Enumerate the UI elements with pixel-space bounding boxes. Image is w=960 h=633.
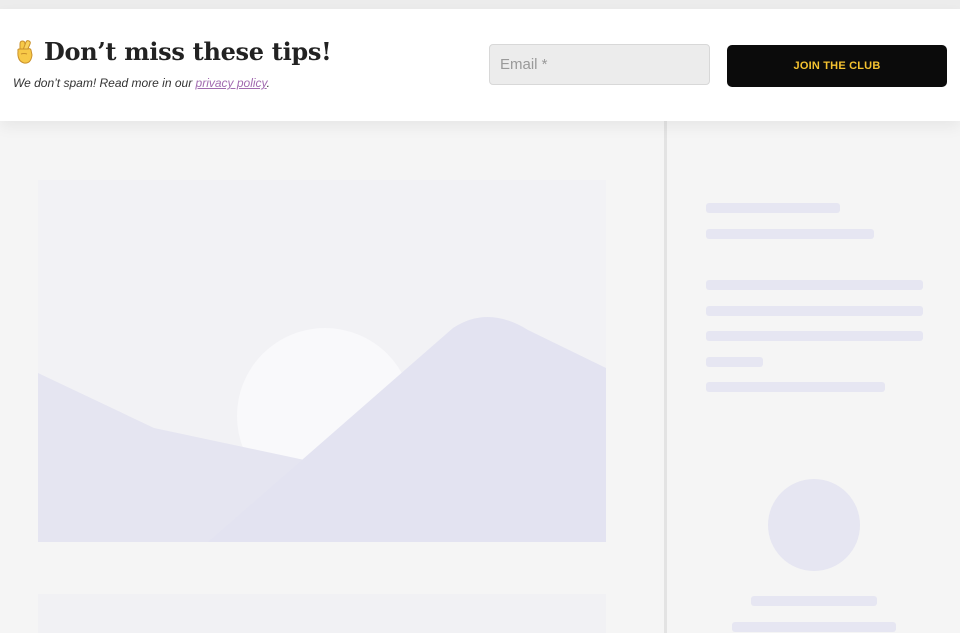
banner-subtitle: We don’t spam! Read more in our privacy … [13, 76, 270, 90]
banner-subtitle-end: . [266, 76, 271, 90]
banner-title: Don’t miss these tips! [14, 37, 332, 66]
skeleton-line [706, 229, 874, 239]
crossed-fingers-icon [14, 39, 36, 65]
newsletter-banner: Don’t miss these tips! We don’t spam! Re… [0, 9, 960, 121]
join-club-button[interactable]: JOIN THE CLUB [727, 45, 947, 87]
banner-subtitle-text: We don’t spam! Read more in our [13, 76, 196, 90]
column-divider [664, 121, 667, 633]
email-input[interactable] [489, 44, 710, 85]
privacy-policy-link[interactable]: privacy policy [196, 76, 267, 90]
skeleton-avatar [768, 479, 860, 571]
banner-title-text: Don’t miss these tips! [44, 37, 332, 66]
skeleton-line [706, 306, 923, 316]
skeleton-line [751, 596, 877, 606]
landscape-placeholder-icon [38, 180, 606, 542]
skeleton-line [706, 280, 923, 290]
skeleton-line [732, 622, 896, 632]
skeleton-line [706, 357, 763, 367]
image-placeholder-2 [38, 594, 606, 633]
top-strip [0, 0, 960, 9]
skeleton-line [706, 331, 923, 341]
skeleton-line [706, 382, 885, 392]
image-placeholder [38, 180, 606, 542]
page: Don’t miss these tips! We don’t spam! Re… [0, 0, 960, 633]
skeleton-line [706, 203, 840, 213]
